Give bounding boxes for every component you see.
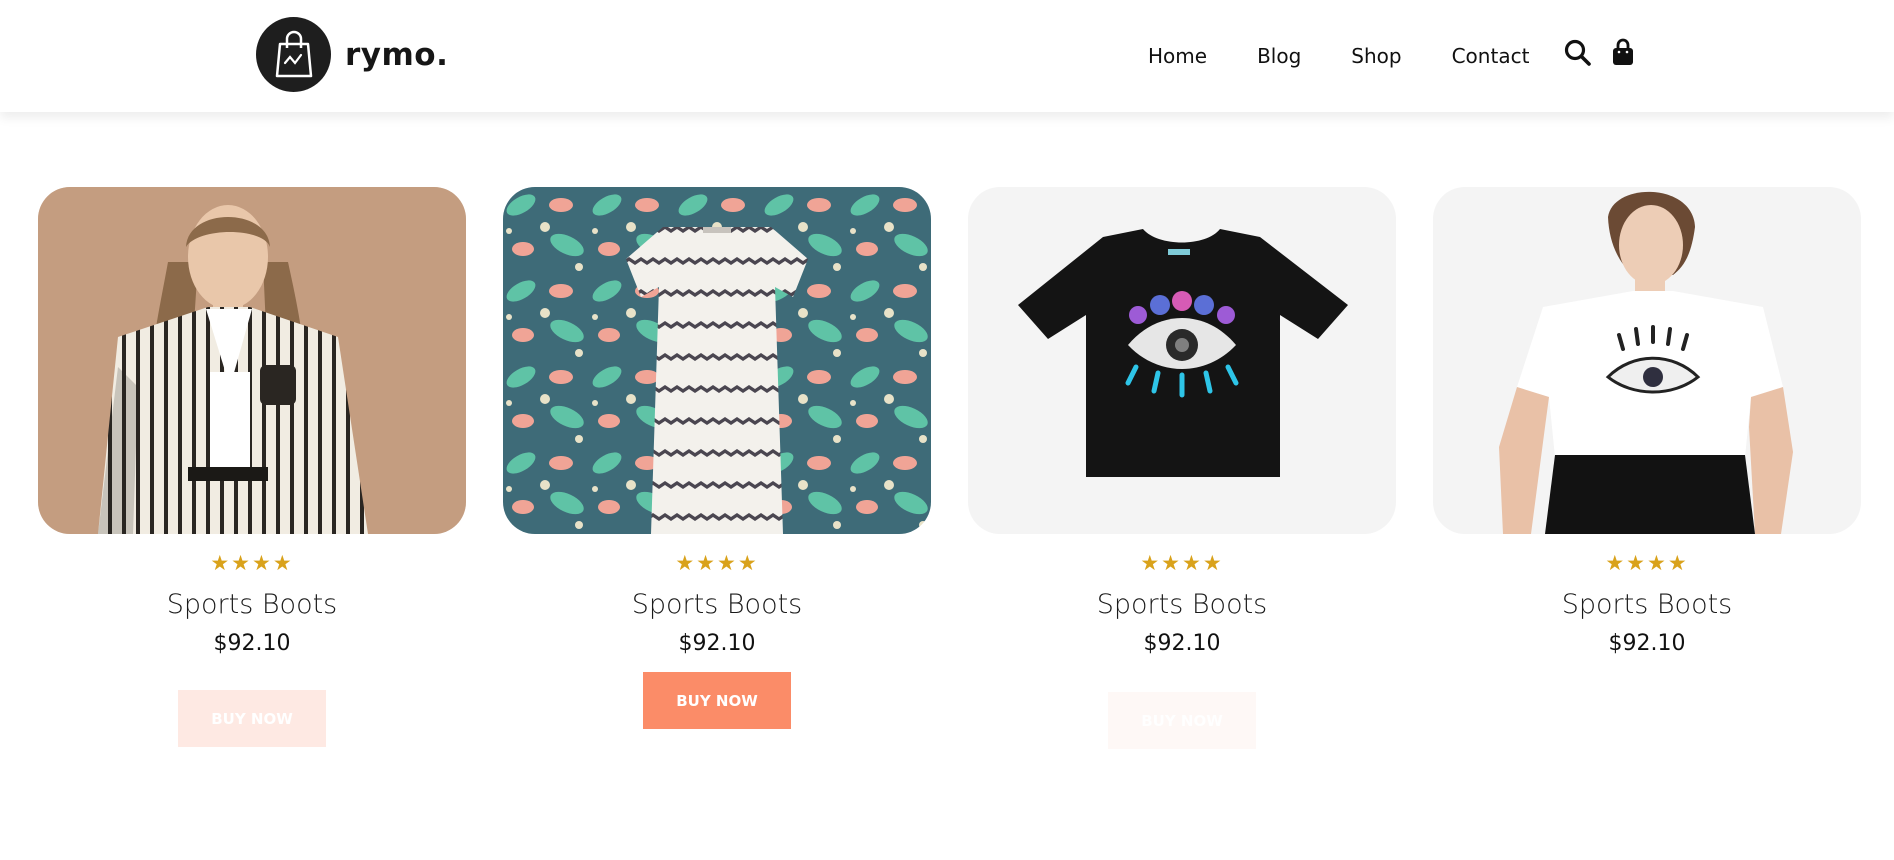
star-rating: ★★★★ [1605,551,1689,575]
shopping-bag-logo-icon [256,17,331,92]
product-price: $92.10 [1608,631,1686,656]
product-image-black-tshirt[interactable] [968,187,1396,534]
product-card: ★★★★ Sports Boots $92.10 BUY NOW [38,187,466,747]
nav-link-shop[interactable]: Shop [1351,44,1401,68]
star-rating: ★★★★ [1140,551,1224,575]
main-nav: Home Blog Shop Contact [1148,0,1529,112]
buy-now-button[interactable]: BUY NOW [1108,692,1256,749]
buy-now-button[interactable]: BUY NOW [178,690,326,747]
brand-name: rymo. [345,36,449,73]
product-title[interactable]: Sports Boots [503,589,931,620]
star-rating: ★★★★ [210,551,294,575]
product-image-striped-blazer[interactable] [38,187,466,534]
nav-link-blog[interactable]: Blog [1257,44,1301,68]
product-title[interactable]: Sports Boots [968,589,1396,620]
brand-logo[interactable]: rymo. [256,17,448,92]
shopping-bag-icon[interactable] [1609,38,1639,68]
product-price: $92.10 [213,631,291,656]
star-rating: ★★★★ [675,551,759,575]
product-price: $92.10 [1143,631,1221,656]
product-card: ★★★★ Sports Boots $92.10 [1433,187,1861,747]
product-title[interactable]: Sports Boots [38,589,466,620]
search-icon[interactable] [1563,38,1593,68]
nav-link-home[interactable]: Home [1148,44,1207,68]
product-title[interactable]: Sports Boots [1433,589,1861,620]
product-card: ★★★★ Sports Boots $92.10 BUY NOW [968,187,1396,749]
site-header: rymo. Home Blog Shop Contact [0,0,1894,112]
buy-now-button[interactable]: BUY NOW [643,672,791,729]
product-image-striped-dress[interactable] [503,187,931,534]
product-image-white-tshirt[interactable] [1433,187,1861,534]
nav-link-contact[interactable]: Contact [1452,44,1530,68]
product-card: ★★★★ Sports Boots $92.10 BUY NOW [503,187,931,747]
product-price: $92.10 [678,631,756,656]
